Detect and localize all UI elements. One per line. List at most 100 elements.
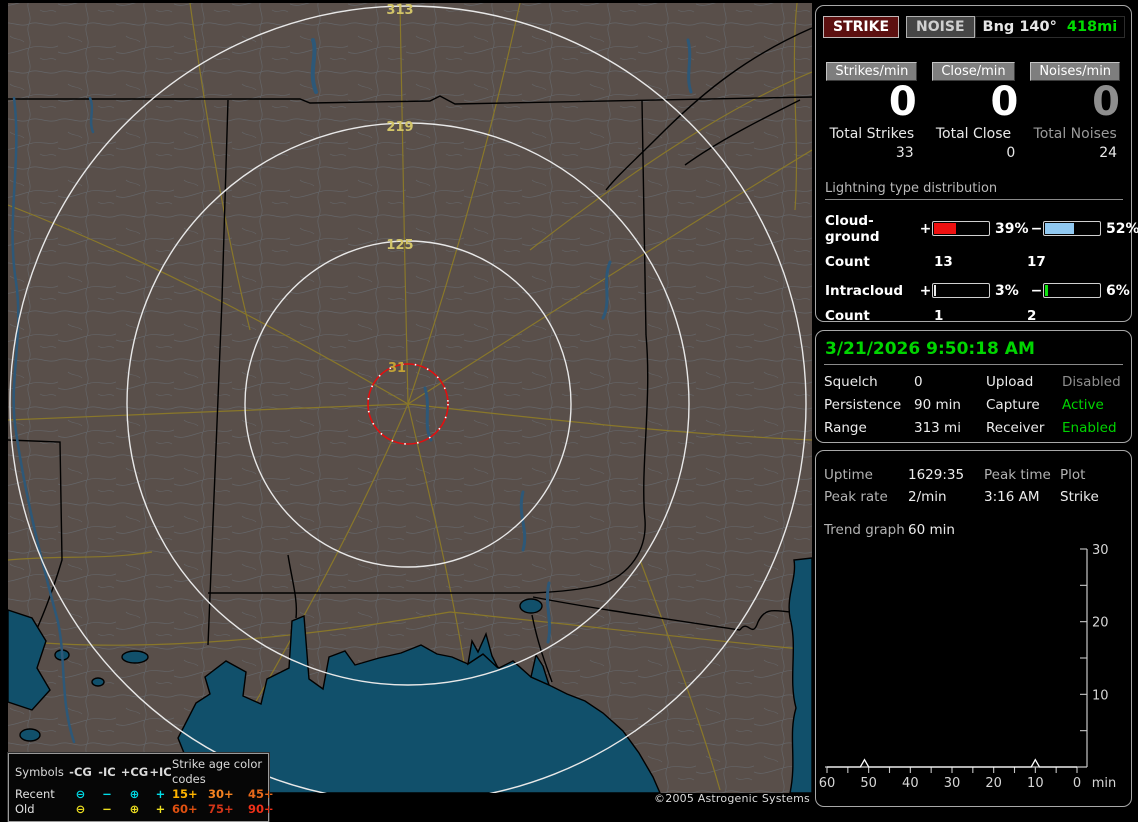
- cg-plus-pct: 39%: [995, 220, 1029, 237]
- intracloud-count-row: Count 1 2: [825, 308, 1123, 324]
- minus-sign: −: [1030, 220, 1043, 237]
- upload-label: Upload: [986, 374, 1034, 390]
- minus-sign: −: [1030, 282, 1043, 299]
- session-row: Peak rate 2/min 3:16 AM Strike: [824, 489, 1123, 505]
- intracloud-label: Intracloud: [825, 282, 904, 299]
- receiver-value: Enabled: [1062, 420, 1117, 436]
- peak-rate-label: Peak rate: [824, 489, 888, 505]
- capture-value: Active: [1062, 397, 1104, 413]
- ic-minus-bar: [1043, 283, 1101, 299]
- divider: [824, 364, 1123, 365]
- map-display: 313 219 125 31 Symbols -CG -IC +CG +IC S…: [7, 3, 812, 822]
- noise-button[interactable]: NOISE: [906, 16, 975, 38]
- svg-text:40: 40: [902, 776, 919, 791]
- trend-graph-label: Trend graph: [824, 522, 905, 538]
- uptime-label: Uptime: [824, 467, 873, 483]
- receiver-label: Receiver: [986, 420, 1045, 436]
- ic-plus-count: 1: [934, 307, 944, 324]
- squelch-label: Squelch: [824, 374, 878, 390]
- datetime-display: 3/21/2026 9:50:18 AM: [825, 339, 1035, 359]
- intracloud-row: Intracloud + 3% − 6%: [825, 282, 1130, 299]
- total-noises-label: Total Noises: [1033, 125, 1117, 142]
- total-strikes-value: 33: [895, 144, 914, 161]
- session-panel: Uptime 1629:35 Peak time Plot Peak rate …: [815, 450, 1132, 807]
- trend-graph-row: Trend graph 60 min: [824, 522, 1123, 538]
- trend-graph: 60 50 40 30 20 10 0 min 10 20 30: [819, 543, 1117, 791]
- counters-panel: STRIKE NOISE Bng 140° 418mi Strikes/min 0…: [815, 5, 1138, 324]
- ring-label-219: 219: [386, 120, 413, 135]
- ic-plus-pct: 3%: [995, 282, 1019, 299]
- legend-symbols-header: Symbols: [15, 764, 64, 779]
- close-rate-value: 0: [990, 79, 1019, 125]
- plus-sign: +: [919, 282, 932, 299]
- total-close-label: Total Close: [935, 125, 1012, 142]
- persistence-label: Persistence: [824, 397, 902, 413]
- legend-col-neg-cg: -CG: [69, 764, 92, 779]
- count-label: Count: [825, 253, 870, 270]
- peak-time-value: 3:16 AM: [984, 489, 1040, 505]
- count-label: Count: [825, 307, 870, 324]
- bearing-readout: Bng 140° 418mi: [974, 16, 1126, 38]
- status-panel: 3/21/2026 9:50:18 AM Squelch 0 Upload Di…: [815, 330, 1132, 443]
- svg-text:10: 10: [1092, 688, 1109, 703]
- peak-rate-value: 2/min: [908, 489, 947, 505]
- cg-plus-count: 13: [934, 253, 953, 270]
- session-row: Uptime 1629:35 Peak time Plot: [824, 467, 1123, 483]
- status-row: Range 313 mi Receiver Enabled: [824, 420, 1123, 436]
- strike-button[interactable]: STRIKE: [823, 16, 900, 38]
- range-label: Range: [824, 420, 867, 436]
- uptime-value: 1629:35: [908, 467, 965, 483]
- legend-col-neg-ic: -IC: [98, 764, 116, 779]
- plot-label: Plot: [1060, 467, 1086, 483]
- ic-minus-count: 2: [1027, 307, 1037, 324]
- bearing-range: 418mi: [1066, 19, 1118, 35]
- cloud-ground-label: Cloud-ground: [825, 212, 880, 245]
- ring-label-313: 313: [386, 3, 413, 18]
- map-canvas: 313 219 125 31: [8, 3, 812, 793]
- noises-column: Noises/min 0 Total Noises 24: [1024, 62, 1126, 161]
- total-strikes-label: Total Strikes: [829, 125, 915, 142]
- upload-value: Disabled: [1062, 374, 1121, 390]
- svg-text:min: min: [1092, 776, 1117, 791]
- cg-minus-bar: [1043, 221, 1101, 237]
- ring-label-125: 125: [386, 238, 413, 253]
- distribution-title: Lightning type distribution: [825, 181, 1123, 200]
- trend-graph-value: 60 min: [908, 522, 955, 538]
- ring-label-31: 31: [388, 361, 406, 376]
- lightning-distribution: Lightning type distribution Cloud-ground…: [825, 181, 1138, 324]
- bearing-label: Bng 140°: [982, 19, 1057, 35]
- ic-plus-bar: [932, 283, 990, 299]
- status-row: Squelch 0 Upload Disabled: [824, 374, 1123, 390]
- legend-col-pos-ic: +IC: [149, 764, 172, 779]
- strikes-rate-value: 0: [888, 79, 917, 125]
- cg-minus-count: 17: [1027, 253, 1046, 270]
- legend-age-header: Strike age color codes: [172, 757, 263, 786]
- persistence-value: 90 min: [914, 397, 961, 413]
- close-column: Close/min 0 Total Close 0: [923, 62, 1025, 161]
- cg-plus-bar: [932, 221, 990, 237]
- ic-minus-pct: 6%: [1106, 282, 1130, 299]
- range-value: 313 mi: [914, 420, 961, 436]
- legend-col-pos-cg: +CG: [120, 764, 149, 779]
- plus-sign: +: [919, 220, 932, 237]
- total-noises-value: 24: [1099, 144, 1118, 161]
- svg-text:10: 10: [1027, 776, 1044, 791]
- cg-minus-pct: 52%: [1106, 220, 1138, 237]
- copyright-text: ©2005 Astrogenic Systems: [654, 792, 810, 805]
- total-close-value: 0: [1006, 144, 1016, 161]
- cloud-ground-row: Cloud-ground + 39% − 52%: [825, 212, 1138, 245]
- svg-text:30: 30: [944, 776, 961, 791]
- svg-text:0: 0: [1073, 776, 1081, 791]
- squelch-value: 0: [914, 374, 923, 390]
- plot-value: Strike: [1060, 489, 1099, 505]
- svg-text:30: 30: [1092, 543, 1109, 558]
- capture-label: Capture: [986, 397, 1040, 413]
- noises-rate-value: 0: [1092, 79, 1121, 125]
- status-row: Persistence 90 min Capture Active: [824, 397, 1123, 413]
- svg-text:50: 50: [860, 776, 877, 791]
- peak-time-label: Peak time: [984, 467, 1051, 483]
- strikes-column: Strikes/min 0 Total Strikes 33: [821, 62, 923, 161]
- svg-text:60: 60: [819, 776, 835, 791]
- cloud-ground-count-row: Count 13 17: [825, 254, 1123, 270]
- svg-text:20: 20: [1092, 616, 1109, 631]
